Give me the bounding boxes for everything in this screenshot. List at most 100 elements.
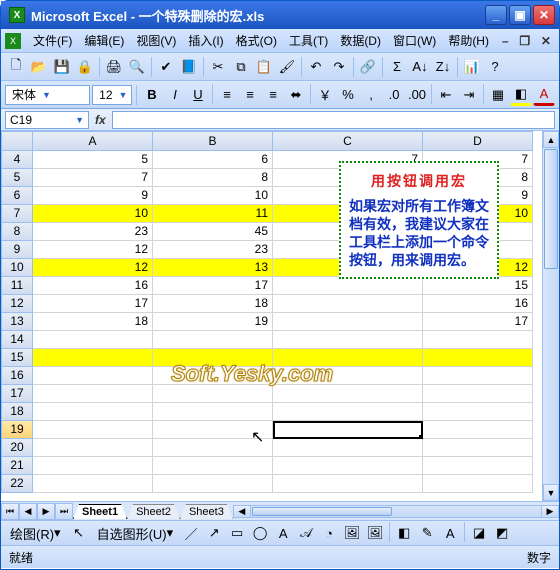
line-button[interactable]: ／ (180, 522, 202, 544)
copy-button[interactable]: ⧉ (230, 56, 252, 78)
cell[interactable]: 8 (153, 169, 273, 187)
italic-button[interactable]: I (164, 84, 186, 106)
fmtpaint-button[interactable]: 🖌 (276, 56, 298, 78)
cell[interactable] (273, 349, 423, 367)
spell-button[interactable]: ✔ (155, 56, 177, 78)
cell[interactable]: 16 (423, 295, 533, 313)
tab-nav-prev[interactable]: ◀ (19, 503, 37, 520)
shadow-button[interactable]: ◪ (468, 522, 490, 544)
row-header[interactable]: 18 (1, 403, 33, 421)
col-header-A[interactable]: A (33, 131, 153, 151)
row-header[interactable]: 22 (1, 475, 33, 493)
merge-button[interactable]: ⬌ (285, 84, 307, 106)
cell[interactable] (273, 439, 423, 457)
cell[interactable]: 23 (33, 223, 153, 241)
col-header-B[interactable]: B (153, 131, 273, 151)
cell[interactable]: 17 (153, 277, 273, 295)
cell[interactable] (153, 403, 273, 421)
help-button[interactable]: ? (484, 56, 506, 78)
scroll-left-button[interactable]: ◀ (234, 506, 251, 517)
cell[interactable] (153, 349, 273, 367)
cell[interactable] (423, 385, 533, 403)
cell[interactable] (33, 475, 153, 493)
cell[interactable]: 15 (423, 277, 533, 295)
cell[interactable]: 16 (33, 277, 153, 295)
clip-button[interactable]: 🖼 (341, 522, 363, 544)
cell[interactable] (273, 475, 423, 493)
workbook-minimize-button[interactable]: – (498, 34, 513, 48)
cell[interactable]: 10 (153, 187, 273, 205)
new-button[interactable]: 🗋 (5, 56, 27, 78)
cell[interactable] (423, 457, 533, 475)
namebox[interactable]: C19▼ (5, 111, 89, 129)
cell[interactable]: 17 (33, 295, 153, 313)
align_c-button[interactable]: ≡ (239, 84, 261, 106)
scroll-up-button[interactable]: ▲ (543, 131, 559, 148)
cell[interactable] (153, 475, 273, 493)
cell[interactable] (423, 331, 533, 349)
diagram-button[interactable]: ◔ (318, 522, 340, 544)
cell[interactable]: 11 (153, 205, 273, 223)
tab-nav-next[interactable]: ▶ (37, 503, 55, 520)
cell[interactable] (273, 457, 423, 475)
fill2-button[interactable]: ◧ (393, 522, 415, 544)
menu-data[interactable]: 数据(D) (334, 29, 387, 52)
textbox-button[interactable]: A (272, 522, 294, 544)
link-button[interactable]: 🔗 (357, 56, 379, 78)
percent-button[interactable]: % (337, 84, 359, 106)
select-all-corner[interactable] (1, 131, 33, 151)
menu-file[interactable]: 文件(F) (27, 29, 78, 52)
redo-button[interactable]: ↷ (328, 56, 350, 78)
row-header[interactable]: 11 (1, 277, 33, 295)
fontsize-combo[interactable]: 12▼ (92, 85, 132, 105)
font2-button[interactable]: A (439, 522, 461, 544)
horizontal-scrollbar[interactable]: ◀ ▶ (233, 505, 559, 518)
fontcolor-button[interactable]: A (533, 84, 555, 106)
preview-button[interactable]: 🔍 (126, 56, 148, 78)
menu-view[interactable]: 视图(V) (130, 29, 182, 52)
cell[interactable]: 12 (33, 241, 153, 259)
rect-button[interactable]: ▭ (226, 522, 248, 544)
col-header-C[interactable]: C (273, 131, 423, 151)
tab-nav-last[interactable]: ⏭ (55, 503, 73, 520)
row-header[interactable]: 8 (1, 223, 33, 241)
pic-button[interactable]: 🖼 (364, 522, 386, 544)
cell[interactable]: 23 (153, 241, 273, 259)
undo-button[interactable]: ↶ (305, 56, 327, 78)
currency-button[interactable]: ￥ (314, 84, 336, 106)
bold-button[interactable]: B (141, 84, 163, 106)
wordart-button[interactable]: 𝒜 (295, 522, 317, 544)
cell[interactable]: 7 (33, 169, 153, 187)
cell[interactable] (273, 331, 423, 349)
menu-insert[interactable]: 插入(I) (182, 29, 229, 52)
tab-nav-first[interactable]: ⏮ (1, 503, 19, 520)
maximize-button[interactable]: ▣ (509, 5, 531, 25)
cell[interactable] (153, 439, 273, 457)
cell[interactable]: 17 (423, 313, 533, 331)
sheet-tab[interactable]: Sheet3 (180, 504, 233, 519)
workbook-icon[interactable]: X (5, 33, 21, 49)
cell[interactable] (423, 421, 533, 439)
dec_dec-button[interactable]: .00 (406, 84, 428, 106)
indent_inc-button[interactable]: ⇥ (458, 84, 480, 106)
save-button[interactable]: 💾 (51, 56, 73, 78)
menu-edit[interactable]: 编辑(E) (78, 29, 130, 52)
cell[interactable] (33, 421, 153, 439)
row-header[interactable]: 13 (1, 313, 33, 331)
cell[interactable]: 9 (33, 187, 153, 205)
row-header[interactable]: 15 (1, 349, 33, 367)
cut-button[interactable]: ✂ (207, 56, 229, 78)
print-button[interactable]: 🖨 (103, 56, 125, 78)
cell[interactable] (33, 367, 153, 385)
align_l-button[interactable]: ≡ (216, 84, 238, 106)
row-header[interactable]: 14 (1, 331, 33, 349)
dec_inc-button[interactable]: .0 (383, 84, 405, 106)
scroll-right-button[interactable]: ▶ (541, 506, 558, 517)
cell[interactable] (153, 457, 273, 475)
line2-button[interactable]: ✎ (416, 522, 438, 544)
cell[interactable] (273, 421, 423, 439)
open-button[interactable]: 📂 (28, 56, 50, 78)
comma-button[interactable]: , (360, 84, 382, 106)
cell[interactable]: 12 (33, 259, 153, 277)
sort_asc-button[interactable]: A↓ (409, 56, 431, 78)
